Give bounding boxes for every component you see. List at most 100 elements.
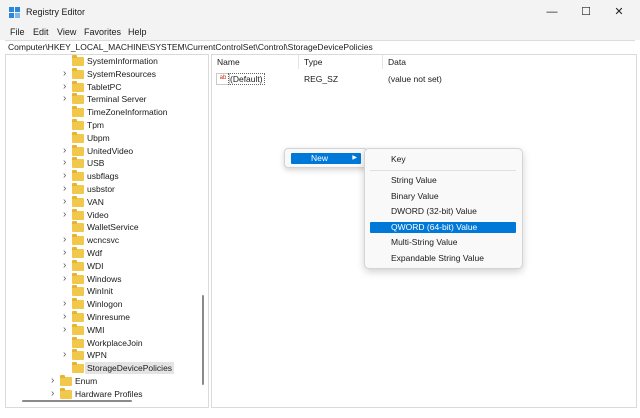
- expand-chevron-icon[interactable]: ›: [63, 247, 71, 259]
- new-expandable-string-value-item[interactable]: Expandable String Value: [370, 253, 516, 264]
- folder-icon: [60, 375, 72, 386]
- expand-chevron-icon[interactable]: ›: [63, 234, 71, 246]
- folder-icon: [72, 285, 84, 297]
- tree-item-label: SystemResources: [87, 68, 156, 79]
- tree-item-label: Winlogon: [87, 299, 123, 310]
- folder-icon: [72, 272, 84, 284]
- value-data: (value not set): [388, 74, 442, 84]
- tree-item-label: Tpm: [87, 120, 104, 130]
- folder-icon: [72, 247, 84, 258]
- column-header-data[interactable]: Data: [388, 57, 406, 67]
- key-tree[interactable]: › Hardware Profiles › Enum StorageDevicePoli…: [5, 54, 209, 408]
- expand-chevron-icon[interactable]: ›: [63, 81, 71, 93]
- new-multi-string-value-item[interactable]: Multi-String Value: [370, 237, 516, 248]
- expand-chevron-icon[interactable]: ›: [63, 196, 71, 208]
- tree-item-label: UnitedVideo: [87, 145, 134, 156]
- expand-chevron-icon[interactable]: ›: [63, 273, 71, 285]
- menu-bar: File Edit View Favorites Help: [0, 24, 640, 40]
- tree-item-label: TimeZoneInformation: [87, 107, 168, 118]
- folder-icon: [72, 349, 84, 361]
- new-submenu: Key String Value Binary Value DWORD (32-…: [364, 148, 523, 269]
- expand-chevron-icon[interactable]: ›: [63, 68, 71, 80]
- expand-chevron-icon[interactable]: ›: [51, 375, 59, 387]
- tree-item-label: WDI: [87, 260, 104, 271]
- tree-item-label: USB: [87, 158, 105, 169]
- folder-icon: [72, 80, 84, 92]
- menu-favorites[interactable]: Favorites: [84, 27, 121, 37]
- folder-icon: [72, 55, 84, 66]
- submenu-item-label: DWORD (32-bit) Value: [391, 206, 477, 216]
- address-bar[interactable]: Computer\HKEY_LOCAL_MACHINE\SYSTEM\Curre…: [5, 40, 635, 54]
- tree-vertical-scrollbar[interactable]: [202, 295, 204, 385]
- folder-icon: [72, 208, 84, 220]
- tree-item-label: VAN: [87, 196, 104, 207]
- expand-chevron-icon[interactable]: ›: [63, 209, 71, 221]
- value-name[interactable]: (Default): [228, 73, 265, 85]
- folder-icon: [72, 144, 84, 156]
- tree-item-label: WalletService: [87, 222, 139, 233]
- submenu-item-label: Expandable String Value: [391, 253, 484, 263]
- folder-icon: [72, 131, 84, 143]
- expand-chevron-icon[interactable]: ›: [63, 260, 71, 272]
- expand-chevron-icon[interactable]: ›: [63, 170, 71, 182]
- folder-icon: [72, 336, 84, 348]
- expand-chevron-icon[interactable]: ›: [63, 145, 71, 157]
- expand-chevron-icon[interactable]: ›: [63, 311, 71, 323]
- context-menu: New ▶: [284, 148, 368, 168]
- new-dword-value-item[interactable]: DWORD (32-bit) Value: [370, 206, 516, 217]
- expand-chevron-icon[interactable]: ›: [51, 388, 59, 400]
- expand-chevron-icon[interactable]: ›: [63, 324, 71, 336]
- folder-icon: [72, 323, 84, 335]
- expand-chevron-icon[interactable]: ›: [63, 157, 71, 169]
- folder-icon: [72, 234, 84, 246]
- tree-item-label: Winresume: [87, 312, 130, 322]
- menu-edit[interactable]: Edit: [33, 27, 49, 37]
- tree-item-label: usbstor: [87, 184, 115, 194]
- column-header-type[interactable]: Type: [304, 57, 322, 67]
- folder-icon: [72, 259, 84, 271]
- folder-icon: [72, 170, 84, 182]
- folder-icon: [72, 362, 84, 374]
- context-menu-new[interactable]: New ▶: [291, 153, 361, 164]
- tree-item-label: StorageDevicePolicies: [85, 362, 175, 375]
- folder-icon: [72, 119, 84, 130]
- folder-icon: [72, 67, 84, 79]
- submenu-item-label: String Value: [391, 175, 437, 185]
- folder-icon: [72, 298, 84, 310]
- close-button[interactable]: ✕: [597, 0, 640, 24]
- new-key-item[interactable]: Key: [370, 154, 516, 165]
- tree-item-label: Windows: [87, 273, 122, 284]
- tree-horizontal-scrollbar[interactable]: [22, 400, 132, 402]
- folder-icon: [72, 93, 84, 105]
- column-divider[interactable]: [298, 55, 299, 69]
- menu-file[interactable]: File: [10, 27, 25, 37]
- menu-view[interactable]: View: [57, 27, 76, 37]
- tree-item-label: Ubpm: [87, 132, 110, 143]
- folder-icon: [72, 221, 84, 233]
- tree-item-label: usbflags: [87, 171, 119, 182]
- expand-chevron-icon[interactable]: ›: [63, 183, 71, 195]
- tree-item-label: Video: [87, 209, 109, 220]
- column-header-name[interactable]: Name: [217, 57, 240, 67]
- menu-help[interactable]: Help: [128, 27, 147, 37]
- tree-item-label: TabletPC: [87, 81, 122, 92]
- expand-chevron-icon[interactable]: ›: [63, 298, 71, 310]
- folder-icon: [60, 387, 72, 399]
- expand-chevron-icon[interactable]: ›: [63, 349, 71, 361]
- tree-item-label: WMI: [87, 324, 105, 335]
- address-path[interactable]: Computer\HKEY_LOCAL_MACHINE\SYSTEM\Curre…: [8, 42, 373, 52]
- new-qword-value-item[interactable]: QWORD (64-bit) Value: [370, 222, 516, 233]
- submenu-separator: [370, 170, 516, 171]
- tree-item-label: Terminal Server: [87, 94, 147, 105]
- column-divider[interactable]: [382, 55, 383, 69]
- new-binary-value-item[interactable]: Binary Value: [370, 191, 516, 202]
- value-row[interactable]: ab (Default) REG_SZ (value not set): [212, 72, 636, 85]
- new-string-value-item[interactable]: String Value: [370, 175, 516, 186]
- title-bar: Registry Editor — ☐ ✕: [0, 0, 640, 24]
- folder-icon: [72, 106, 84, 118]
- submenu-item-label: QWORD (64-bit) Value: [391, 222, 478, 232]
- tree-item-label: Enum: [75, 376, 98, 386]
- new-key-label: Key: [391, 154, 406, 164]
- tree-item-label: Wdf: [87, 248, 103, 258]
- expand-chevron-icon[interactable]: ›: [63, 93, 71, 105]
